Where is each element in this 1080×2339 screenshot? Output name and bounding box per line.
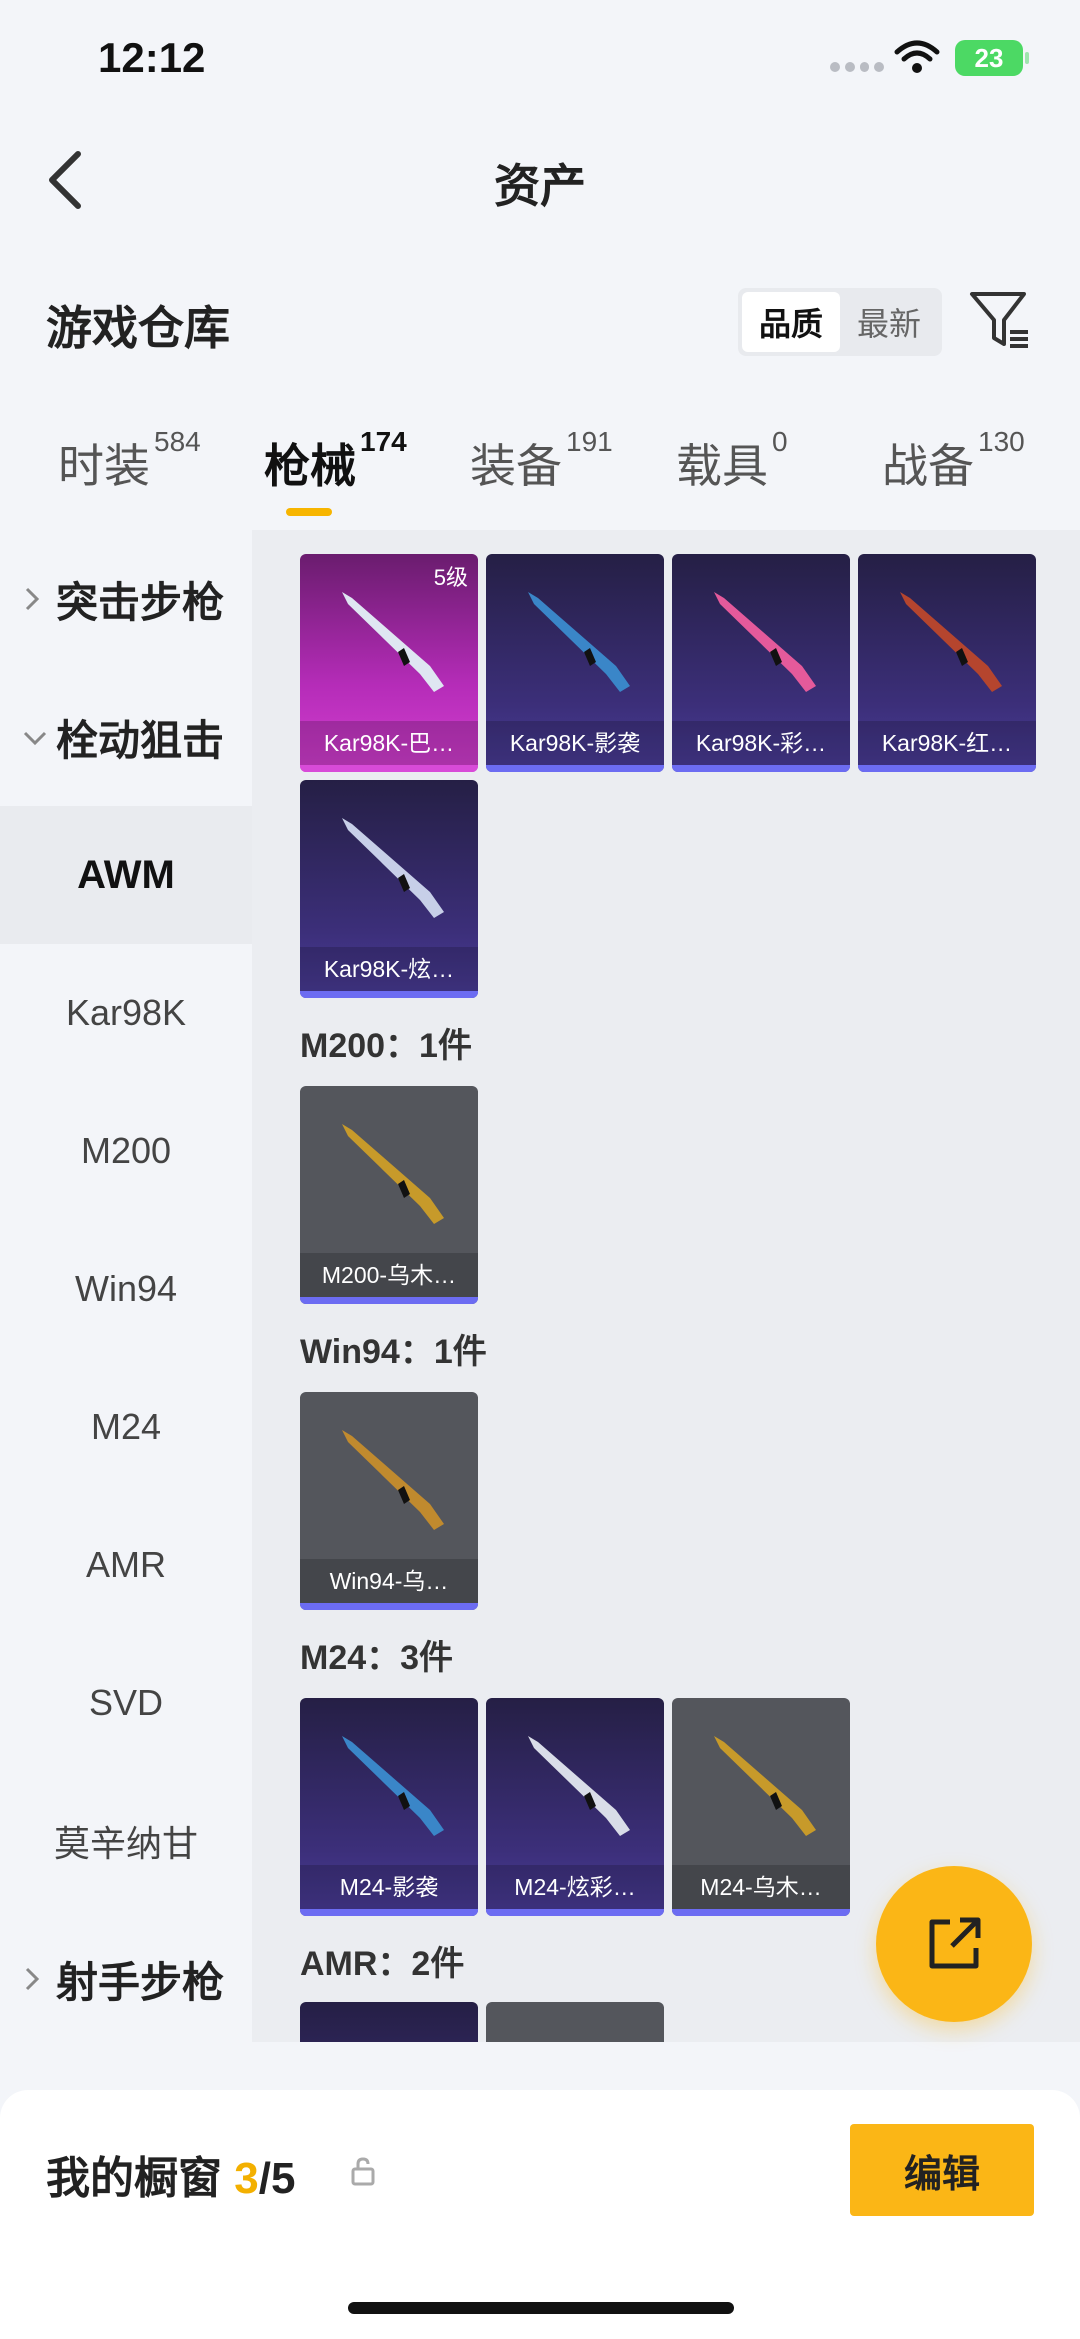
showcase-count-total: /5 — [258, 2154, 296, 2203]
tab-equipment[interactable]: 装备 191 — [470, 426, 613, 496]
edit-button[interactable]: 编辑 — [850, 2124, 1034, 2216]
rifle-icon — [900, 592, 1002, 692]
item-name: M24-影袭 — [339, 1874, 439, 1900]
status-bar: 12:12 23 — [0, 0, 1080, 120]
chevron-right-icon — [25, 587, 40, 611]
item-name: M24-乌木… — [700, 1874, 822, 1900]
level-badge: 5级 — [433, 565, 468, 590]
sort-latest-option[interactable]: 最新 — [840, 292, 938, 352]
sidebar-item-kar98k[interactable]: Kar98K — [0, 944, 252, 1082]
rarity-bar — [300, 991, 478, 998]
home-indicator — [348, 2302, 734, 2314]
sidebar-item-svd[interactable]: SVD — [0, 1634, 252, 1772]
sort-toggle[interactable]: 品质 最新 — [738, 288, 942, 356]
rifle-icon — [342, 592, 444, 692]
rarity-bar — [672, 1909, 850, 1916]
tab-indicator — [286, 508, 332, 516]
rifle-icon — [528, 592, 630, 692]
item-card[interactable]: Win94-乌… — [300, 1392, 478, 1610]
showcase-count-current: 3 — [234, 2154, 259, 2203]
sidebar-item-win94[interactable]: Win94 — [0, 1220, 252, 1358]
showcase-title: 我的橱窗 3/5 — [46, 2154, 296, 2203]
rifle-icon — [342, 818, 444, 918]
item-name: Kar98K-影袭 — [509, 730, 641, 756]
unlock-icon — [351, 2157, 375, 2186]
rifle-icon — [714, 592, 816, 692]
item-name: Kar98K-炫… — [323, 956, 455, 982]
item-card[interactable]: M200-乌木… — [300, 1086, 478, 1304]
sidebar-item-amr[interactable]: AMR — [0, 1496, 252, 1634]
signal-icon — [830, 62, 884, 72]
rifle-icon — [342, 1736, 444, 1836]
chevron-right-icon — [25, 1967, 40, 1991]
item-card[interactable]: Kar98K-巴… 5级 — [300, 554, 478, 772]
rifle-icon — [342, 1430, 444, 1530]
rarity-bar — [300, 1603, 478, 1610]
sidebar-item-m200[interactable]: M200 — [0, 1082, 252, 1220]
item-card[interactable]: M24-炫彩… — [486, 1698, 664, 1916]
item-name: Kar98K-彩… — [695, 730, 827, 756]
rarity-bar — [486, 1909, 664, 1916]
group-heading-m24: M24：3件 — [300, 1639, 454, 1677]
item-card[interactable]: Kar98K-红… — [858, 554, 1036, 772]
wifi-icon — [894, 40, 940, 73]
item-name: Win94-乌… — [329, 1568, 449, 1594]
item-grid: Kar98K-巴… 5级 Kar98K-影袭 Kar98K-彩… Kar98K-红… — [252, 530, 1080, 2042]
rifle-icon — [528, 1736, 630, 1836]
status-time: 12:12 — [98, 34, 206, 81]
rarity-bar — [300, 1297, 478, 1304]
group-heading-win94: Win94：1件 — [300, 1333, 487, 1371]
tab-firearms[interactable]: 枪械 174 — [264, 426, 407, 496]
item-card[interactable]: Kar98K-彩… — [672, 554, 850, 772]
item-card-partial[interactable] — [300, 2002, 478, 2042]
sidebar-item-m24[interactable]: M24 — [0, 1358, 252, 1496]
rarity-bar — [672, 765, 850, 772]
chevron-down-icon — [23, 731, 47, 746]
sidebar-item-marksman-rifles[interactable]: 射手步枪 — [0, 1910, 252, 2048]
battery-icon: 23 — [955, 40, 1029, 76]
rarity-bar — [300, 1909, 478, 1916]
tab-fashion[interactable]: 时装 584 — [58, 426, 201, 496]
rifle-icon — [342, 1124, 444, 1224]
item-card-partial[interactable] — [486, 2002, 664, 2042]
external-link-icon — [929, 1917, 981, 1969]
sort-quality-option[interactable]: 品质 — [742, 292, 840, 352]
sidebar-item-awm[interactable]: AWM — [0, 806, 252, 944]
item-name: Kar98K-红… — [881, 730, 1013, 756]
section-title: 游戏仓库 — [46, 302, 230, 354]
item-name: M200-乌木… — [321, 1262, 457, 1288]
group-heading-m200: M200：1件 — [300, 1027, 472, 1065]
sidebar: 突击步枪 栓动狙击 AWM Kar98K M200 Win94 M24 AMR … — [0, 530, 252, 2040]
share-button[interactable] — [876, 1866, 1032, 2022]
item-card[interactable]: M24-乌木… — [672, 1698, 850, 1916]
page-title: 资产 — [494, 160, 586, 212]
sidebar-item-assault-rifles[interactable]: 突击步枪 — [0, 530, 252, 668]
item-card[interactable]: M24-影袭 — [300, 1698, 478, 1916]
sidebar-item-bolt-snipers[interactable]: 栓动狙击 — [0, 668, 252, 806]
category-tabs: 时装 584 枪械 174 装备 191 载具 0 战备 130 — [0, 426, 1080, 526]
item-name: Kar98K-巴… — [323, 730, 455, 756]
item-card[interactable]: Kar98K-炫… — [300, 780, 478, 998]
sidebar-item-mosin[interactable]: 莫辛纳甘 — [0, 1772, 252, 1910]
rifle-icon — [714, 1736, 816, 1836]
rarity-bar — [300, 765, 478, 772]
tab-supplies[interactable]: 战备 130 — [882, 426, 1025, 496]
rarity-bar — [858, 765, 1036, 772]
rarity-bar — [486, 765, 664, 772]
item-name: M24-炫彩… — [514, 1874, 636, 1900]
item-card[interactable]: Kar98K-影袭 — [486, 554, 664, 772]
group-heading-amr: AMR：2件 — [300, 1945, 465, 1983]
filter-icon[interactable] — [968, 288, 1032, 352]
tab-vehicles[interactable]: 载具 0 — [676, 426, 788, 496]
showcase-bar: 我的橱窗 3/5 编辑 — [0, 2090, 1080, 2339]
